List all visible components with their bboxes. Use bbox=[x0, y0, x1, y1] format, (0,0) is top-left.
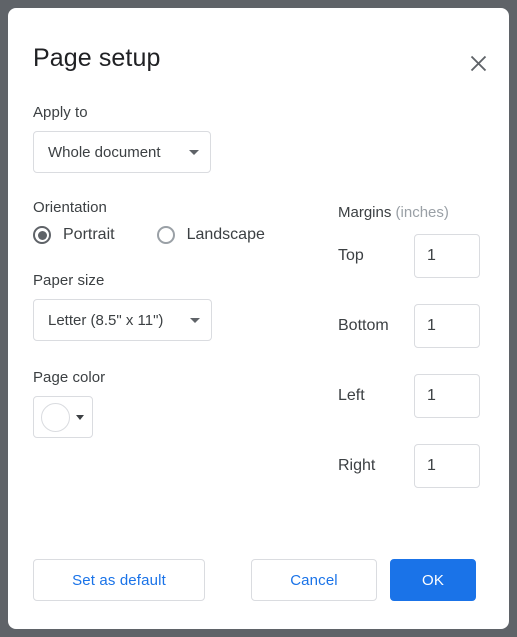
radio-portrait[interactable]: Portrait bbox=[33, 226, 115, 244]
apply-to-value: Whole document bbox=[48, 143, 161, 161]
ok-button[interactable]: OK bbox=[390, 559, 476, 601]
radio-landscape-mark bbox=[156, 226, 175, 244]
page-title: Page setup bbox=[33, 44, 161, 72]
margins-title: Margins (inches) bbox=[338, 204, 483, 221]
radio-portrait-label: Portrait bbox=[63, 226, 115, 243]
apply-to-group: Apply to Whole document bbox=[33, 104, 323, 173]
orientation-label: Orientation bbox=[33, 199, 107, 216]
chevron-down-icon bbox=[76, 414, 84, 420]
page-color-label: Page color bbox=[33, 369, 106, 386]
set-as-default-button[interactable]: Set as default bbox=[33, 559, 205, 601]
margin-left-input[interactable] bbox=[414, 374, 480, 418]
margin-left-label: Left bbox=[338, 387, 365, 404]
paper-size-label: Paper size bbox=[33, 272, 105, 289]
cancel-button[interactable]: Cancel bbox=[251, 559, 377, 601]
settings-left-column: Apply to Whole document Orientation Port… bbox=[33, 104, 323, 438]
margin-row-left: Left bbox=[338, 373, 483, 419]
paper-size-dropdown[interactable]: Letter (8.5" x 11") bbox=[33, 299, 212, 341]
radio-portrait-mark bbox=[33, 226, 51, 244]
radio-landscape-label: Landscape bbox=[186, 226, 265, 243]
radio-portrait-dot bbox=[37, 230, 47, 240]
paper-size-group: Paper size Letter (8.5" x 11") bbox=[33, 272, 323, 341]
orientation-group: Orientation Portrait Landscape bbox=[33, 199, 323, 244]
margin-row-right: Right bbox=[338, 443, 483, 489]
margins-section: Margins (inches) Top Bottom Left Right bbox=[338, 204, 483, 513]
chevron-down-icon bbox=[190, 317, 200, 323]
margin-bottom-label: Bottom bbox=[338, 317, 389, 334]
apply-to-label: Apply to bbox=[33, 104, 88, 121]
radio-landscape[interactable]: Landscape bbox=[156, 226, 265, 244]
margin-right-label: Right bbox=[338, 457, 376, 474]
chevron-down-icon bbox=[189, 149, 199, 155]
page-color-group: Page color bbox=[33, 369, 323, 438]
margin-right-input[interactable] bbox=[414, 444, 480, 488]
page-setup-dialog: Page setup Apply to Whole document Orien… bbox=[8, 8, 509, 629]
apply-to-dropdown[interactable]: Whole document bbox=[33, 131, 211, 173]
page-color-dropdown[interactable] bbox=[33, 396, 93, 438]
paper-size-value: Letter (8.5" x 11") bbox=[48, 311, 164, 329]
orientation-options: Portrait Landscape bbox=[33, 226, 323, 244]
color-swatch-icon bbox=[41, 402, 70, 432]
margin-row-top: Top bbox=[338, 233, 483, 279]
margin-top-label: Top bbox=[338, 247, 364, 264]
dialog-footer: Set as default Cancel OK bbox=[8, 541, 509, 629]
dialog-header: Page setup bbox=[8, 8, 509, 94]
margin-top-input[interactable] bbox=[414, 234, 480, 278]
close-icon[interactable] bbox=[465, 50, 491, 76]
margins-unit-text: (inches) bbox=[395, 204, 449, 221]
radio-landscape-dot bbox=[161, 231, 170, 240]
margin-bottom-input[interactable] bbox=[414, 304, 480, 348]
margin-row-bottom: Bottom bbox=[338, 303, 483, 349]
margins-title-text: Margins bbox=[338, 204, 392, 221]
